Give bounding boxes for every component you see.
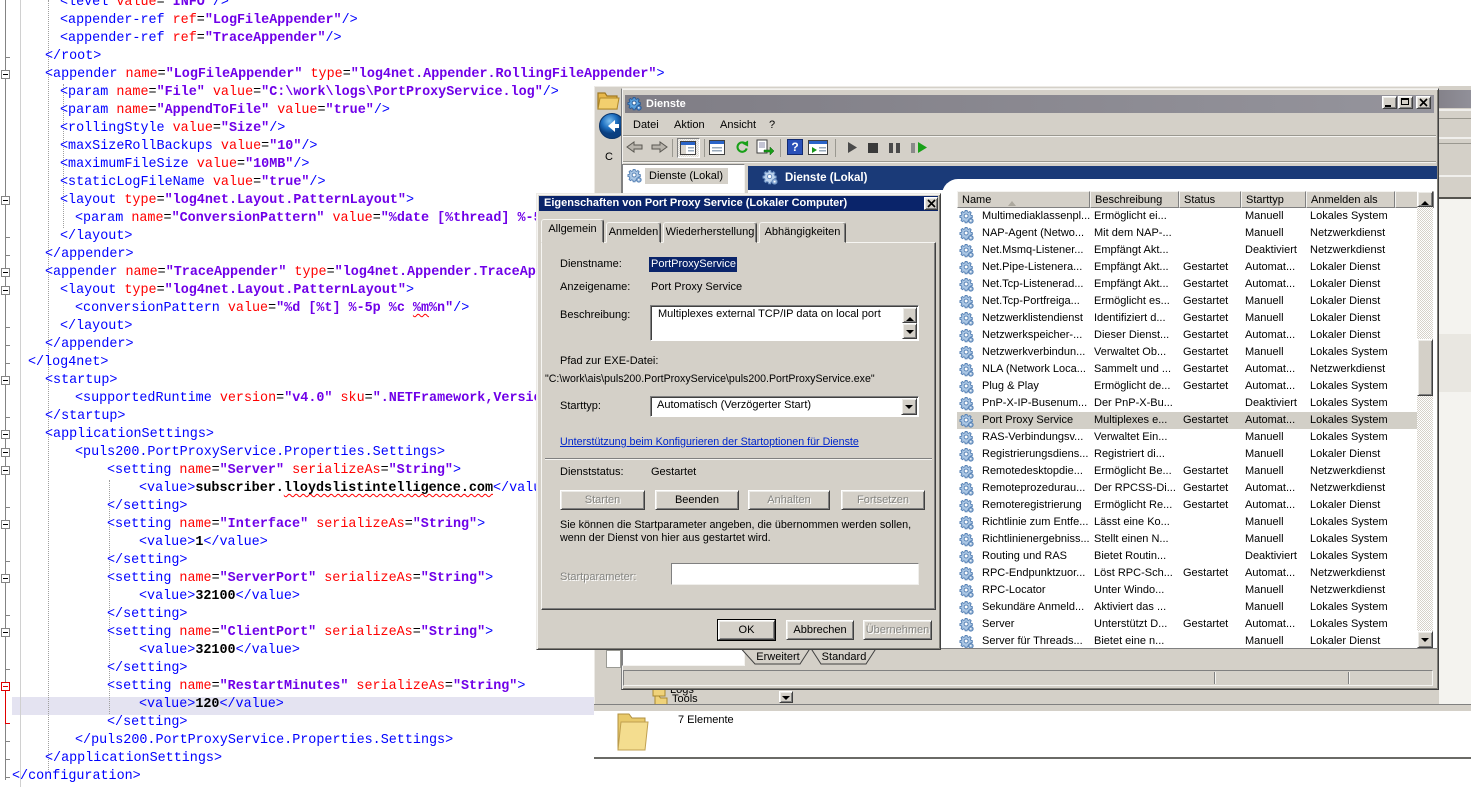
svg-text:Erweitert: Erweitert <box>756 651 799 663</box>
svg-text:Standard: Standard <box>822 651 867 663</box>
